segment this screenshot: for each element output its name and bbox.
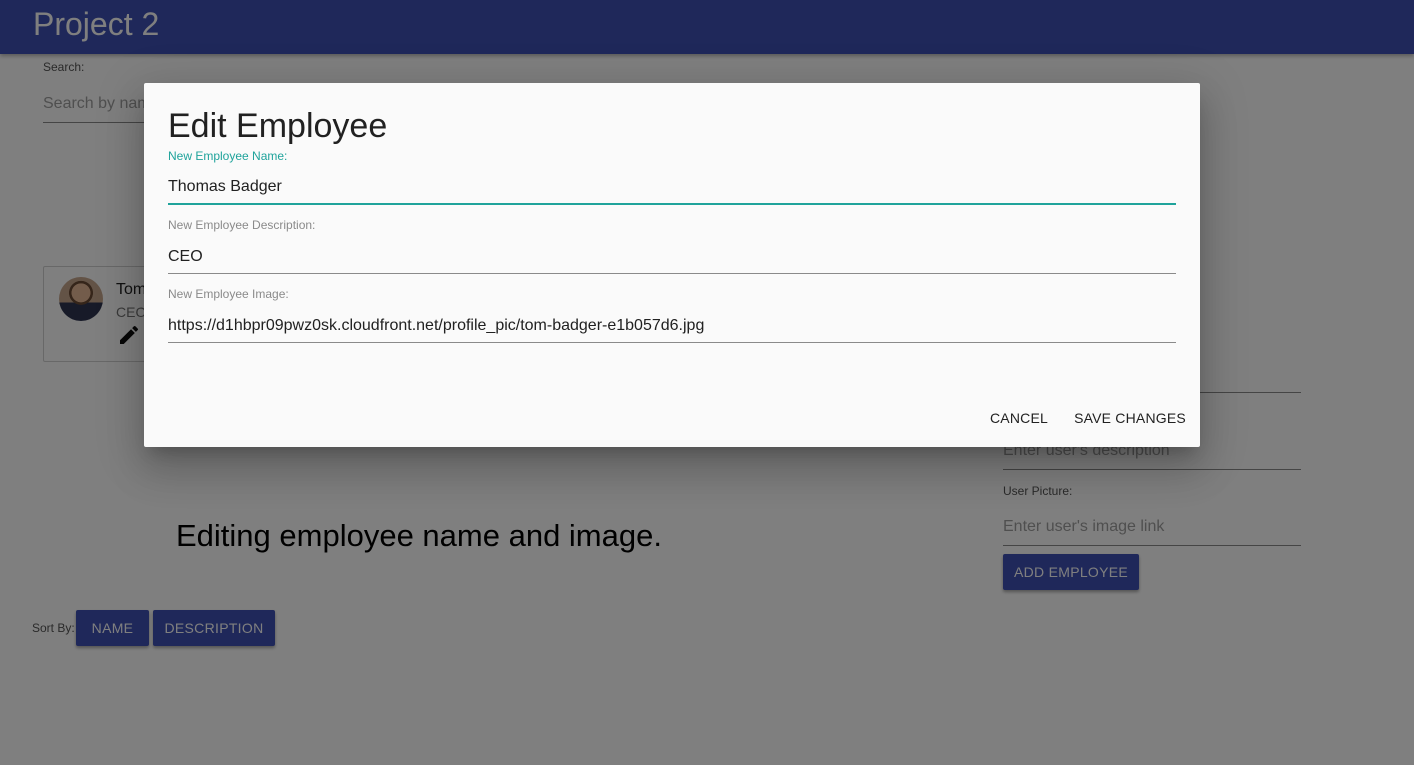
employee-name-input[interactable] (168, 171, 1176, 205)
employee-name-label: New Employee Name: (168, 149, 288, 163)
employee-description-label: New Employee Description: (168, 218, 316, 232)
employee-image-label: New Employee Image: (168, 287, 289, 301)
employee-description-input[interactable] (168, 240, 1176, 274)
employee-image-input[interactable] (168, 309, 1176, 343)
dialog-title: Edit Employee (168, 107, 388, 145)
cancel-button[interactable]: Cancel (984, 403, 1054, 433)
save-changes-button[interactable]: Save Changes (1072, 403, 1188, 433)
edit-employee-dialog: Edit Employee New Employee Name: New Emp… (144, 83, 1200, 447)
